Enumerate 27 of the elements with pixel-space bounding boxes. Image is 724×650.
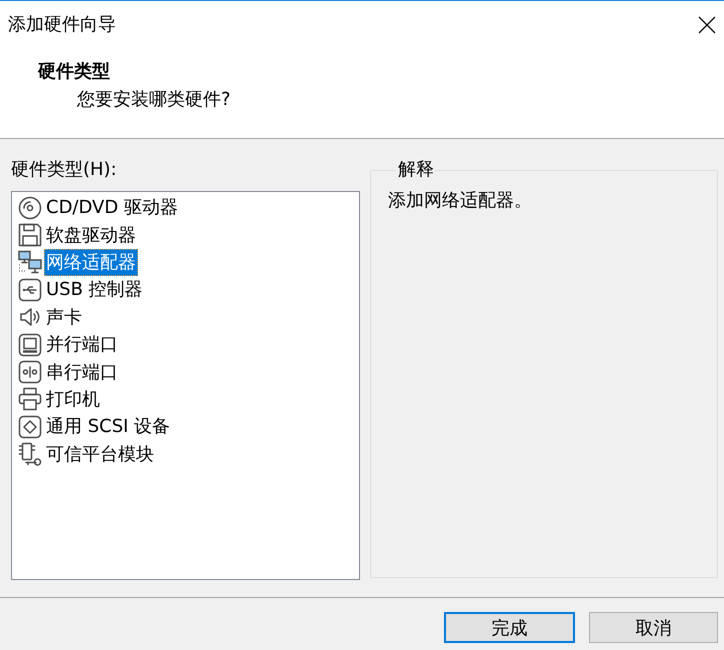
window-title: 添加硬件向导 [8,13,116,37]
hardware-list-item[interactable]: 网络适配器 [44,248,138,276]
parallel-port-icon [18,332,42,357]
header-subtitle: 您要安装哪类硬件? [77,88,232,112]
chip-key-icon [18,442,42,466]
network-monitors-icon [18,250,42,274]
hardware-list-item[interactable]: CD/DVD 驱动器 [44,194,180,222]
group-title: 解释 [397,160,435,180]
hardware-list-item[interactable]: 声卡 [44,304,84,331]
list-label: 硬件类型(H): [11,159,118,181]
serial-port-icon [18,360,42,384]
disc-icon [18,196,42,220]
hardware-list-item[interactable]: 通用 SCSI 设备 [44,413,172,440]
hardware-list-item[interactable]: 并行端口 [44,331,120,358]
diamond-port-icon [18,414,42,439]
cancel-button[interactable]: 取消 [589,612,718,643]
hardware-list-item[interactable]: USB 控制器 [44,276,145,304]
hardware-list-item[interactable]: 打印机 [44,386,102,413]
close-icon [698,16,716,34]
finish-button[interactable]: 完成 [444,612,575,643]
usb-icon [18,278,42,302]
hardware-list-item[interactable]: 软盘驱动器 [44,222,138,249]
header-title: 硬件类型 [38,60,111,84]
description-text: 添加网络适配器。 [388,190,533,212]
hardware-list-item[interactable]: 可信平台模块 [44,440,156,468]
hardware-list-item[interactable]: 串行端口 [44,358,120,386]
printer-icon [18,387,42,412]
